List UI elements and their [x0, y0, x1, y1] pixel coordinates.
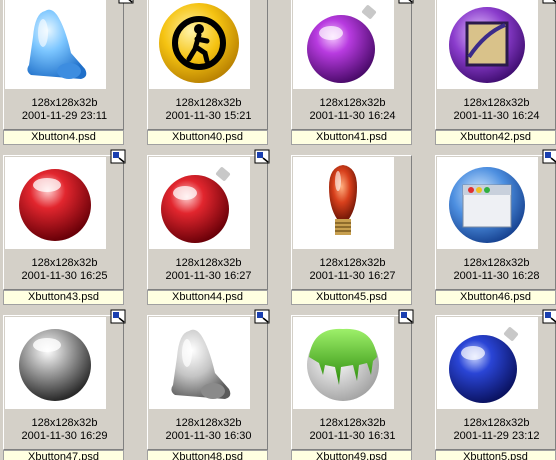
image-dimensions: 128x128x32b	[463, 417, 530, 429]
red-sphere-icon	[5, 157, 106, 249]
image-date: 2001-11-30 16:25	[21, 270, 108, 282]
filename-label[interactable]: Xbutton43.psd	[3, 290, 124, 305]
thumbnail-frame: 128x128x32b 2001-11-30 16:24	[435, 0, 556, 130]
thumbnail-item[interactable]: 128x128x32b 2001-11-30 16:30 Xbutton48.p…	[147, 309, 291, 460]
purple-ornament-icon	[293, 0, 394, 89]
gray-sphere-icon	[5, 317, 106, 409]
image-date: 2001-11-29 23:11	[21, 110, 108, 122]
filename-label[interactable]: Xbutton5.psd	[435, 450, 556, 460]
thumbnail-item[interactable]: 128x128x32b 2001-11-30 16:25 Xbutton43.p…	[3, 149, 147, 313]
image-dimensions: 128x128x32b	[175, 257, 242, 269]
thumbnail-item[interactable]: 128x128x32b 2001-11-30 16:29 Xbutton47.p…	[3, 309, 147, 460]
image-date: 2001-11-30 16:24	[453, 110, 540, 122]
image-date: 2001-11-30 16:27	[165, 270, 252, 282]
image-dimensions: 128x128x32b	[31, 257, 98, 269]
image-date: 2001-11-30 16:30	[165, 430, 252, 442]
photoshop-file-icon	[254, 309, 270, 324]
filename-label[interactable]: Xbutton42.psd	[435, 130, 556, 145]
filename-label[interactable]: Xbutton45.psd	[291, 290, 412, 305]
filename-label[interactable]: Xbutton4.psd	[3, 130, 124, 145]
light-bulb-icon	[293, 157, 394, 249]
image-dimensions: 128x128x32b	[175, 417, 242, 429]
photoshop-file-icon	[542, 149, 556, 164]
thumbnail-grid: 128x128x32b 2001-11-29 23:11 Xbutton4.ps…	[0, 0, 556, 460]
image-dimensions: 128x128x32b	[175, 97, 242, 109]
photoshop-file-icon	[398, 309, 414, 324]
filename-label[interactable]: Xbutton49.psd	[291, 450, 412, 460]
image-dimensions: 128x128x32b	[319, 257, 386, 269]
photoshop-file-icon	[118, 0, 134, 4]
photoshop-file-icon	[398, 0, 414, 4]
thumbnail-frame: 128x128x32b 2001-11-30 16:30	[147, 315, 268, 450]
thumbnail-frame: 128x128x32b 2001-11-30 16:27	[147, 155, 268, 290]
thumbnail-item[interactable]: 128x128x32b 2001-11-30 16:27 Xbutton45.p…	[291, 155, 435, 313]
image-date: 2001-11-30 16:28	[453, 270, 540, 282]
photoshop-file-icon	[254, 149, 270, 164]
image-date: 2001-11-30 16:24	[309, 110, 396, 122]
thumbnail-frame: 128x128x32b 2001-11-30 16:28	[435, 155, 556, 290]
thumbnail-item[interactable]: 128x128x32b 2001-11-30 16:24 Xbutton42.p…	[435, 0, 556, 153]
image-date: 2001-11-29 23:12	[453, 430, 540, 442]
thumbnail-frame: 128x128x32b 2001-11-30 16:24	[291, 0, 412, 130]
thumbnail-item[interactable]: 128x128x32b 2001-11-30 16:27 Xbutton44.p…	[147, 149, 291, 313]
thumbnail-item[interactable]: 128x128x32b 2001-11-30 15:21 Xbutton40.p…	[147, 0, 291, 153]
filename-label[interactable]: Xbutton46.psd	[435, 290, 556, 305]
image-date: 2001-11-30 16:29	[21, 430, 108, 442]
image-dimensions: 128x128x32b	[31, 97, 98, 109]
thumbnail-item[interactable]: 128x128x32b 2001-11-30 16:28 Xbutton46.p…	[435, 149, 556, 313]
window-button-icon	[437, 157, 538, 249]
green-slime-sphere-icon	[293, 317, 394, 409]
filename-label[interactable]: Xbutton41.psd	[291, 130, 412, 145]
pedestrian-sign-icon	[149, 0, 250, 89]
image-dimensions: 128x128x32b	[463, 97, 530, 109]
silver-bell-icon	[149, 317, 250, 409]
filename-label[interactable]: Xbutton48.psd	[147, 450, 268, 460]
thumbnail-item[interactable]: 128x128x32b 2001-11-29 23:12 Xbutton5.ps…	[435, 309, 556, 460]
filename-label[interactable]: Xbutton40.psd	[147, 130, 268, 145]
image-dimensions: 128x128x32b	[319, 417, 386, 429]
photoshop-file-icon	[542, 309, 556, 324]
thumbnail-frame: 128x128x32b 2001-11-30 16:27	[291, 155, 412, 290]
thumbnail-item[interactable]: 128x128x32b 2001-11-30 16:31 Xbutton49.p…	[291, 309, 435, 460]
thumbnail-frame: 128x128x32b 2001-11-29 23:11	[3, 0, 124, 130]
purple-picture-button-icon	[437, 0, 538, 89]
photoshop-file-icon	[542, 0, 556, 4]
filename-label[interactable]: Xbutton47.psd	[3, 450, 124, 460]
blue-bell-icon	[5, 0, 106, 89]
blue-ornament-icon	[437, 317, 538, 409]
filename-label[interactable]: Xbutton44.psd	[147, 290, 268, 305]
red-ornament-icon	[149, 157, 250, 249]
image-date: 2001-11-30 16:31	[309, 430, 396, 442]
thumbnail-frame: 128x128x32b 2001-11-30 15:21	[147, 0, 268, 130]
image-dimensions: 128x128x32b	[319, 97, 386, 109]
image-dimensions: 128x128x32b	[31, 417, 98, 429]
thumbnail-frame: 128x128x32b 2001-11-29 23:12	[435, 315, 556, 450]
thumbnail-frame: 128x128x32b 2001-11-30 16:31	[291, 315, 412, 450]
thumbnail-item[interactable]: 128x128x32b 2001-11-29 23:11 Xbutton4.ps…	[3, 0, 147, 153]
photoshop-file-icon	[110, 149, 126, 164]
thumbnail-frame: 128x128x32b 2001-11-30 16:29	[3, 315, 124, 450]
image-date: 2001-11-30 15:21	[165, 110, 252, 122]
thumbnail-frame: 128x128x32b 2001-11-30 16:25	[3, 155, 124, 290]
thumbnail-item[interactable]: 128x128x32b 2001-11-30 16:24 Xbutton41.p…	[291, 0, 435, 153]
photoshop-file-icon	[110, 309, 126, 324]
image-dimensions: 128x128x32b	[463, 257, 530, 269]
image-date: 2001-11-30 16:27	[309, 270, 396, 282]
